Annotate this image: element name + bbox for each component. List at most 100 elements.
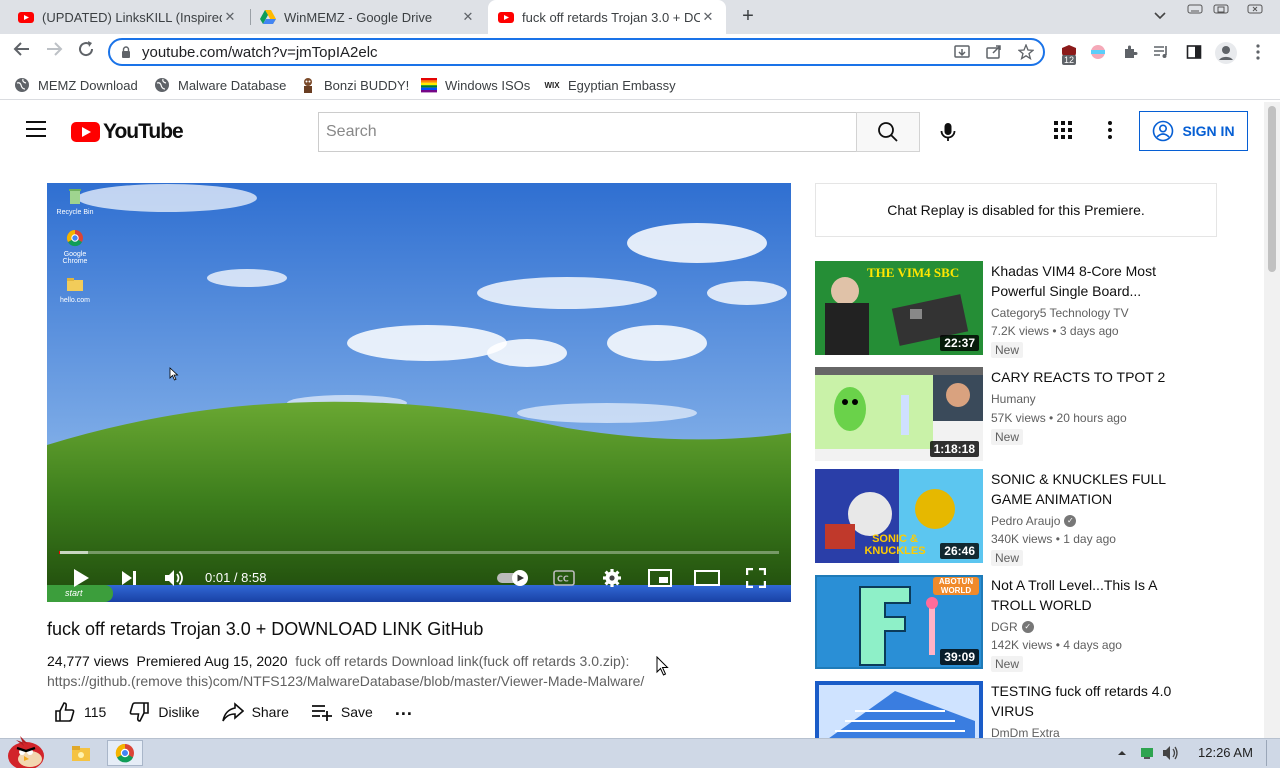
subtitles-button[interactable]: CC — [551, 566, 577, 590]
settings-kebab-icon[interactable] — [1108, 121, 1112, 139]
reload-button[interactable] — [74, 40, 98, 64]
video-thumbnail[interactable]: ABOTUN WORLD 39:09 — [815, 575, 983, 669]
description-link[interactable]: https://github.(remove this)com/NTFS123/… — [47, 673, 644, 689]
address-bar[interactable]: youtube.com/watch?v=jmTopIA2elc — [108, 38, 1045, 66]
close-icon[interactable]: ✕ — [700, 9, 716, 25]
recommendation-title[interactable]: SONIC & KNUCKLES FULL GAME ANIMATION — [991, 469, 1181, 509]
channel-name[interactable]: Category5 Technology TV — [991, 306, 1129, 320]
profile-avatar[interactable] — [1215, 42, 1237, 64]
search-input[interactable]: Search — [318, 112, 857, 152]
network-icon[interactable] — [1139, 745, 1155, 761]
bookmark-memz-download[interactable]: MEMZ Download — [14, 76, 138, 94]
recommendation-item[interactable]: THE VIM4 SBC 22:37 Khadas VIM4 8-Core Mo… — [815, 261, 1255, 358]
reload-icon — [79, 41, 94, 57]
bookmark-label: Egyptian Embassy — [568, 77, 676, 93]
bookmark-bonzi-buddy[interactable]: Bonzi BUDDY! — [300, 76, 409, 94]
google-drive-icon — [260, 10, 276, 24]
dislike-button[interactable]: Dislike — [128, 701, 200, 723]
save-button[interactable]: Save — [311, 701, 373, 723]
skip-next-icon — [122, 571, 136, 585]
verified-check-icon: ✓ — [1064, 515, 1077, 527]
install-app-icon[interactable] — [953, 44, 971, 62]
bookmark-egyptian-embassy[interactable]: WIX Egyptian Embassy — [544, 76, 676, 94]
close-icon[interactable]: ✕ — [460, 9, 476, 25]
hamburger-menu-icon[interactable] — [26, 121, 46, 137]
recommendation-title[interactable]: CARY REACTS TO TPOT 2 — [991, 367, 1181, 387]
channel-name[interactable]: Pedro Araujo ✓ — [991, 514, 1077, 528]
arrow-right-icon — [47, 42, 63, 56]
share-icon[interactable] — [985, 44, 1003, 62]
tab-search-button[interactable] — [1150, 6, 1170, 26]
playlist-add-icon — [311, 705, 332, 721]
theater-mode-button[interactable] — [693, 566, 721, 590]
video-meta: 7.2K views • 3 days ago — [991, 324, 1119, 338]
extensions-puzzle-icon[interactable] — [1121, 44, 1139, 62]
recommendation-item[interactable]: ABOTUN WORLD 39:09 Not A Troll Level...T… — [815, 575, 1255, 672]
profile-extension-icon[interactable] — [1089, 44, 1107, 62]
bookmark-windows-isos[interactable]: Windows ISOs — [421, 76, 530, 94]
extension-badge-button[interactable]: 12 — [1058, 44, 1080, 65]
show-desktop-button[interactable] — [1266, 740, 1278, 766]
new-tab-button[interactable]: + — [736, 4, 760, 28]
recommendation-item[interactable]: SONIC & KNUCKLES 26:46 SONIC & KNUCKLES … — [815, 469, 1255, 566]
side-panel-icon[interactable] — [1185, 44, 1203, 62]
settings-button[interactable] — [599, 566, 625, 590]
more-actions-button[interactable]: ... — [395, 699, 413, 720]
channel-name[interactable]: Humany — [991, 392, 1036, 406]
next-button[interactable] — [117, 566, 141, 590]
restore-button[interactable] — [1208, 0, 1234, 18]
search-button[interactable] — [856, 112, 920, 152]
channel-name[interactable]: DmDm Extra — [991, 726, 1060, 738]
close-icon[interactable]: ✕ — [222, 9, 238, 25]
youtube-play-icon — [71, 122, 100, 142]
volume-tray-icon[interactable] — [1162, 745, 1180, 761]
url-text: youtube.com/watch?v=jmTopIA2elc — [142, 43, 378, 61]
fullscreen-button[interactable] — [743, 566, 769, 590]
dislike-label: Dislike — [158, 704, 200, 720]
star-bookmark-icon[interactable] — [1017, 43, 1035, 62]
video-thumbnail[interactable] — [815, 681, 983, 738]
bonzi-icon — [304, 78, 312, 93]
start-button-angry-bird-icon[interactable] — [2, 732, 48, 768]
tab-winmemz[interactable]: WinMEMZ - Google Drive ✕ — [250, 0, 486, 34]
recommendation-item[interactable]: 1:18:18 CARY REACTS TO TPOT 2 Humany 57K… — [815, 367, 1255, 463]
like-button[interactable]: 115 — [54, 701, 106, 723]
autoplay-toggle-icon — [497, 570, 528, 586]
more-icon: ... — [394, 698, 413, 719]
youtube-logo[interactable]: YouTube — [71, 120, 184, 144]
chrome-taskbar-button[interactable] — [107, 740, 143, 766]
sign-in-button[interactable]: SIGN IN — [1139, 111, 1248, 151]
back-button[interactable] — [10, 40, 34, 64]
video-progress-bar[interactable] — [59, 551, 779, 554]
video-thumbnail[interactable]: 1:18:18 — [815, 367, 983, 461]
bookmark-malware-database[interactable]: Malware Database — [154, 76, 286, 94]
video-description[interactable]: 24,777 views Premiered Aug 15, 2020 fuck… — [47, 651, 677, 691]
channel-name[interactable]: DGR ✓ — [991, 620, 1034, 634]
video-thumbnail[interactable]: THE VIM4 SBC 22:37 — [815, 261, 983, 355]
miniplayer-button[interactable] — [647, 566, 673, 590]
recommendation-title[interactable]: Not A Troll Level...This Is A TROLL WORL… — [991, 575, 1181, 615]
minimize-button[interactable] — [1182, 0, 1208, 18]
video-player[interactable]: Recycle Bin Google Chrome hello.com star… — [47, 183, 791, 602]
chevron-up-icon[interactable] — [1115, 746, 1129, 760]
recommendation-title[interactable]: TESTING fuck off retards 4.0 VIRUS — [991, 681, 1181, 721]
forward-button[interactable] — [42, 40, 66, 64]
share-button[interactable]: Share — [221, 701, 289, 723]
voice-search-button[interactable] — [930, 114, 966, 150]
autoplay-toggle[interactable] — [495, 566, 531, 590]
volume-button[interactable] — [163, 566, 187, 590]
apps-grid-icon[interactable] — [1054, 121, 1072, 139]
file-explorer-icon[interactable] — [70, 742, 92, 764]
video-thumbnail[interactable]: SONIC & KNUCKLES 26:46 — [815, 469, 983, 563]
volume-icon — [165, 570, 183, 586]
recommendation-item[interactable]: TESTING fuck off retards 4.0 VIRUS DmDm … — [815, 681, 1255, 738]
youtube-logo-text: YouTube — [103, 120, 184, 143]
scrollbar-thumb[interactable] — [1268, 106, 1276, 272]
play-button[interactable] — [69, 566, 93, 590]
tab-active-video[interactable]: fuck off retards Trojan 3.0 + DO ✕ — [488, 0, 726, 34]
media-control-icon[interactable] — [1152, 44, 1170, 62]
recommendation-title[interactable]: Khadas VIM4 8-Core Most Powerful Single … — [991, 261, 1181, 301]
browser-menu-button[interactable] — [1249, 44, 1267, 62]
tab-linkskill[interactable]: (UPDATED) LinksKILL (Inspired ✕ — [8, 0, 248, 34]
window-close-button[interactable] — [1240, 0, 1270, 18]
